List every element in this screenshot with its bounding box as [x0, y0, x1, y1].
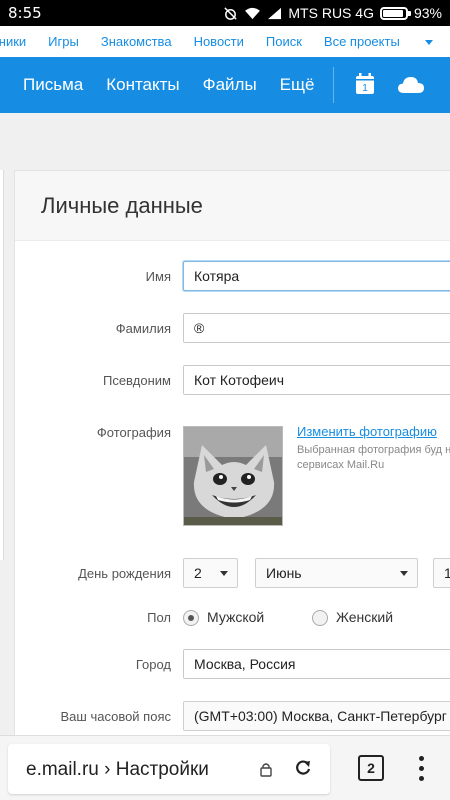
birthday-label: День рождения: [78, 566, 171, 581]
avatar[interactable]: [183, 426, 283, 526]
chevron-down-icon: [400, 571, 408, 576]
personal-data-panel: Личные данные Имя Котяра Фамилия ® Псевд…: [14, 170, 450, 770]
nickname-label: Псевдоним: [102, 373, 171, 388]
nav-divider: [333, 67, 334, 103]
birthday-month-select[interactable]: Июнь: [255, 558, 418, 588]
nav-item-more[interactable]: Ещё: [280, 75, 315, 95]
change-photo-link[interactable]: Изменить фотографию: [297, 424, 437, 439]
timezone-select[interactable]: (GMT+03:00) Москва, Санкт-Петербург: [183, 701, 450, 731]
gender-female-label[interactable]: Женский: [336, 609, 393, 625]
signal-icon: [267, 7, 282, 20]
chevron-down-icon: [424, 39, 433, 45]
gender-female-radio[interactable]: [312, 610, 328, 626]
wifi-icon: [244, 7, 261, 20]
screen: 8:55 MTS RUS 4G 93% чники Игры Знакомств…: [0, 0, 450, 800]
birthday-day-select[interactable]: 2: [183, 558, 238, 588]
browser-toolbar: e.mail.ru › Настройки 2: [0, 735, 450, 800]
timezone-label: Ваш часовой пояс: [60, 709, 172, 724]
last-name-field[interactable]: ®: [183, 313, 450, 343]
battery-icon: [379, 6, 411, 20]
birthday-day-value: 2: [194, 565, 202, 581]
battery-percent: 93%: [413, 5, 442, 21]
portal-link-dating[interactable]: Знакомства: [101, 34, 172, 49]
cloud-icon[interactable]: [398, 77, 424, 98]
alarm-off-icon: [223, 6, 238, 21]
nav-item-contacts[interactable]: Контакты: [106, 75, 179, 95]
gender-male-radio[interactable]: [183, 610, 199, 626]
birthday-year-value: 1: [444, 565, 450, 581]
calendar-day: 1: [362, 83, 368, 94]
chevron-down-icon: [220, 571, 228, 576]
portal-link-search[interactable]: Поиск: [266, 34, 302, 49]
timezone-value: (GMT+03:00) Москва, Санкт-Петербург: [194, 708, 447, 724]
portal-link-games[interactable]: Игры: [48, 34, 79, 49]
last-name-label: Фамилия: [115, 321, 171, 336]
main-nav: Письма Контакты Файлы Ещё 1: [0, 57, 450, 113]
panel-header: Личные данные: [15, 171, 450, 241]
first-name-field[interactable]: Котяра: [183, 261, 450, 291]
carrier-label: MTS RUS 4G: [288, 5, 374, 21]
portal-link-news[interactable]: Новости: [194, 34, 244, 49]
page-title: Личные данные: [41, 193, 203, 218]
birthday-month-value: Июнь: [266, 565, 302, 581]
left-column-edge: [0, 170, 4, 560]
nickname-field[interactable]: Кот Котофеич: [183, 365, 450, 395]
gender-male-label[interactable]: Мужской: [207, 609, 264, 625]
lock-icon: [260, 762, 272, 782]
status-time: 8:55: [8, 4, 42, 22]
url-text: e.mail.ru › Настройки: [26, 759, 209, 780]
calendar-icon[interactable]: 1: [355, 73, 375, 95]
birthday-year-select[interactable]: 1: [433, 558, 450, 588]
gender-label: Пол: [147, 610, 171, 625]
overflow-menu-icon[interactable]: [419, 756, 425, 782]
tab-switcher-button[interactable]: 2: [358, 755, 384, 781]
nav-item-files[interactable]: Файлы: [203, 75, 257, 95]
photo-label: Фотография: [96, 425, 171, 440]
portal-links-bar: чники Игры Знакомства Новости Поиск Все …: [0, 26, 450, 56]
address-bar[interactable]: e.mail.ru › Настройки: [8, 744, 330, 794]
photo-note: Выбранная фотография буд на всех сервиса…: [297, 444, 450, 471]
portal-link-all-projects[interactable]: Все проекты: [324, 34, 433, 49]
portal-link-0[interactable]: чники: [0, 34, 26, 49]
city-label: Город: [135, 657, 171, 672]
reload-icon[interactable]: [293, 758, 313, 783]
nav-item-mail[interactable]: Письма: [23, 75, 83, 95]
city-field[interactable]: Москва, Россия: [183, 649, 450, 679]
status-bar: 8:55 MTS RUS 4G 93%: [0, 0, 450, 26]
first-name-label: Имя: [145, 269, 171, 284]
